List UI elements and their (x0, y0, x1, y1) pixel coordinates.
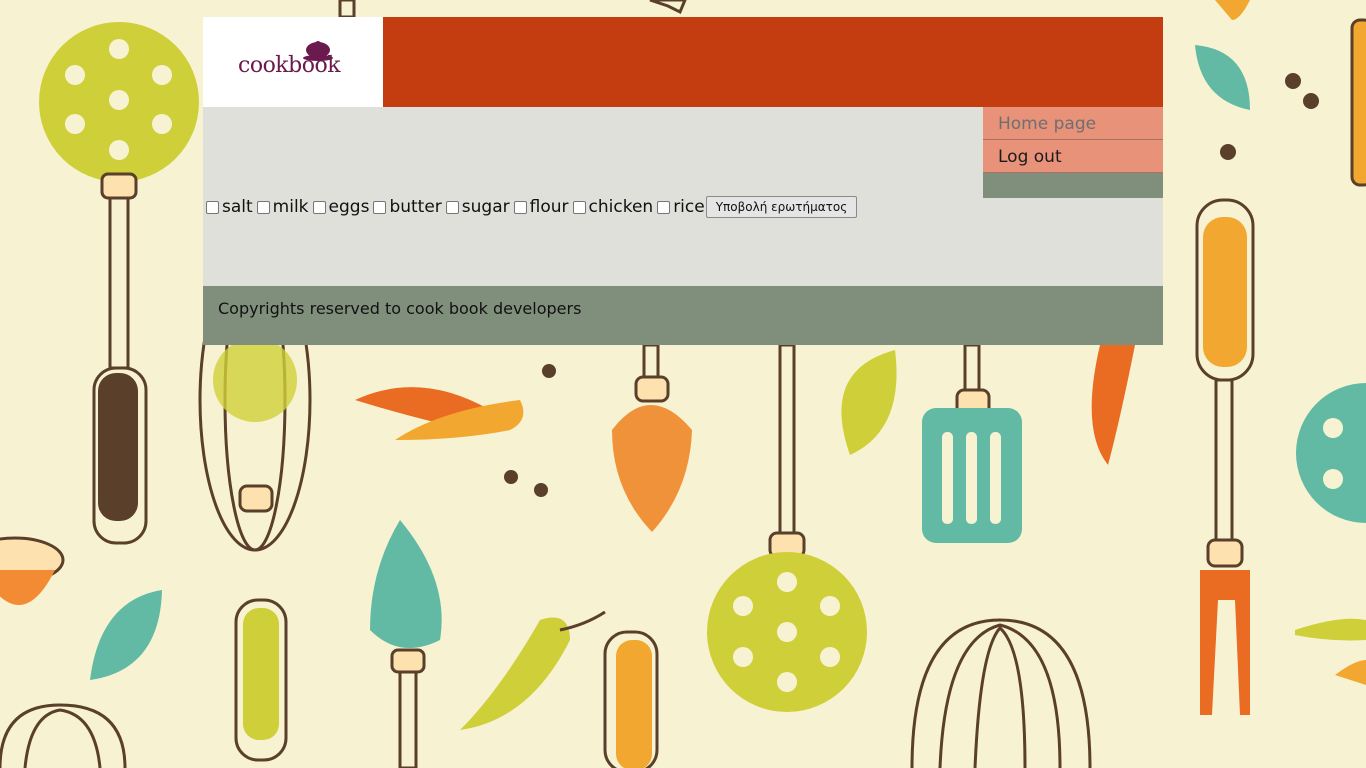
ingredient-eggs[interactable]: eggs (312, 197, 370, 217)
flour-checkbox[interactable] (513, 200, 527, 214)
ingredient-label: eggs (328, 197, 370, 217)
ingredients-form: salt milk eggs butter sugar flour chicke… (206, 196, 858, 218)
ingredient-rice[interactable]: rice (657, 197, 705, 217)
main-content: Home page Log out salt milk eggs butter (203, 107, 1163, 286)
nav-footer-bar (983, 173, 1163, 198)
footer-bar: Copyrights reserved to cook book develop… (203, 286, 1163, 345)
sugar-checkbox[interactable] (445, 200, 459, 214)
ingredient-label: rice (673, 197, 705, 217)
ingredient-label: salt (222, 197, 253, 217)
header-bar: cookbook (203, 17, 1163, 107)
ingredient-chicken[interactable]: chicken (572, 197, 654, 217)
nav-log-out[interactable]: Log out (983, 140, 1163, 173)
chicken-checkbox[interactable] (572, 200, 586, 214)
eggs-checkbox[interactable] (312, 200, 326, 214)
side-nav: Home page Log out (983, 107, 1163, 198)
ingredient-milk[interactable]: milk (256, 197, 309, 217)
milk-checkbox[interactable] (256, 200, 270, 214)
butter-checkbox[interactable] (373, 200, 387, 214)
ingredient-label: chicken (588, 197, 654, 217)
nav-home-page[interactable]: Home page (983, 107, 1163, 140)
ingredient-label: butter (389, 197, 442, 217)
copyright-text: Copyrights reserved to cook book develop… (218, 299, 582, 318)
ingredient-sugar[interactable]: sugar (445, 197, 510, 217)
ingredient-flour[interactable]: flour (513, 197, 569, 217)
page-container: cookbook Home page Log out salt milk egg… (203, 17, 1163, 345)
salt-checkbox[interactable] (206, 200, 219, 214)
cookbook-logo[interactable]: cookbook (203, 17, 383, 107)
ingredient-salt[interactable]: salt (206, 197, 253, 217)
ingredient-label: flour (529, 197, 569, 217)
logo-text: cookbook (238, 53, 341, 78)
ingredient-butter[interactable]: butter (373, 197, 442, 217)
submit-query-button[interactable]: Υποβολή ερωτήματος (705, 196, 858, 218)
ingredient-label: sugar (461, 197, 510, 217)
rice-checkbox[interactable] (657, 200, 671, 214)
ingredient-label: milk (272, 197, 309, 217)
